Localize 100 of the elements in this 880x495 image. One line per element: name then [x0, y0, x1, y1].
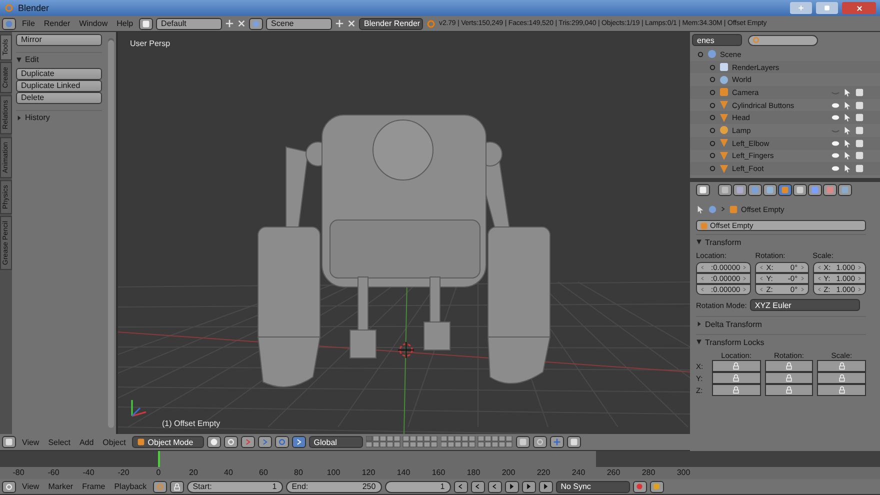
properties-tab[interactable] — [748, 184, 762, 196]
pivot-button[interactable] — [224, 436, 238, 448]
editor-type-button[interactable] — [2, 18, 16, 30]
menu-item[interactable]: View — [19, 438, 42, 446]
display-mode-dropdown[interactable]: enes — [692, 34, 742, 46]
properties-tab[interactable] — [718, 184, 732, 196]
frame-number: 120 — [360, 467, 376, 479]
scene-selector[interactable] — [249, 18, 264, 30]
render-button[interactable] — [566, 436, 581, 448]
orientation-dropdown[interactable]: Global — [308, 436, 363, 448]
menu-item[interactable]: Playback — [111, 482, 150, 491]
frame-number: 280 — [640, 467, 656, 479]
panel-header[interactable]: Edit — [16, 52, 102, 66]
properties-tab[interactable] — [763, 184, 777, 196]
layout-dropdown[interactable]: Default — [156, 18, 222, 30]
blender-logo-icon — [4, 3, 14, 13]
sphere-icon — [210, 438, 218, 446]
rotation-mode-dropdown[interactable]: XYZ Euler — [750, 299, 860, 311]
mirror-button[interactable]: Mirror — [16, 34, 102, 46]
lock-toggle[interactable] — [764, 360, 814, 372]
properties-tab[interactable] — [838, 184, 852, 196]
record-button[interactable] — [632, 480, 647, 492]
menu-item[interactable]: Marker — [45, 482, 76, 491]
lock-toggle[interactable] — [817, 384, 866, 396]
layout-selector[interactable] — [139, 18, 154, 30]
properties-tab[interactable] — [823, 184, 837, 196]
properties-tab[interactable] — [733, 184, 747, 196]
end-frame-field[interactable]: End: 250 — [286, 480, 382, 492]
frame-number: 80 — [293, 467, 304, 479]
play-button[interactable] — [504, 480, 519, 492]
panel-header[interactable]: Delta Transform — [696, 317, 866, 331]
lock-toggle[interactable] — [712, 384, 761, 396]
scene-icon — [707, 49, 717, 60]
properties-tab[interactable] — [793, 184, 807, 196]
properties-tab[interactable] — [778, 184, 792, 196]
render-engine-dropdown[interactable]: Blender Render — [359, 18, 424, 30]
blender-logo-icon — [426, 18, 436, 28]
timeline[interactable]: -80 -60 -40 -20 0 20 40 60 80 100 120 140 160 180 200 220 240 260 280 300 — [0, 451, 880, 479]
lock-icon — [784, 362, 793, 370]
current-frame-line[interactable] — [158, 451, 160, 467]
disclosure-triangle-icon — [16, 56, 22, 62]
lock-toggle[interactable] — [817, 360, 866, 372]
tool-button[interactable]: Duplicate Linked — [16, 80, 102, 92]
search-field[interactable] — [748, 34, 818, 46]
frame-number: 100 — [326, 467, 342, 479]
scale-button[interactable] — [292, 436, 306, 448]
menu-item[interactable]: Object — [100, 438, 129, 446]
lock-toggle[interactable] — [817, 372, 866, 384]
layer-grid-icon[interactable] — [366, 436, 438, 448]
scrollbar[interactable] — [108, 38, 114, 428]
close-button[interactable] — [842, 2, 876, 14]
start-frame-field[interactable]: Start: 1 — [186, 480, 283, 492]
menu-item[interactable]: View — [19, 482, 42, 491]
preview-range-button[interactable] — [152, 480, 167, 492]
jump-start-button[interactable] — [454, 480, 468, 492]
lock-toggle[interactable] — [764, 372, 814, 384]
menu-item[interactable]: Render — [40, 19, 74, 28]
tool-button[interactable]: Duplicate — [16, 68, 102, 80]
manipulator-button[interactable] — [240, 436, 255, 448]
tool-button[interactable]: Delete — [16, 92, 102, 104]
maximize-icon — [824, 5, 830, 11]
lock-camera-button[interactable] — [516, 436, 530, 448]
editor-type-button[interactable] — [696, 184, 710, 196]
menu-item[interactable]: Window — [76, 19, 111, 28]
current-frame-field[interactable]: 1 — [384, 480, 451, 492]
translate-button[interactable] — [258, 436, 272, 448]
lock-range-button[interactable] — [170, 480, 184, 492]
lock-toggle[interactable] — [764, 384, 814, 396]
properties-tab[interactable] — [808, 184, 822, 196]
panel-header[interactable]: Transform Locks — [696, 335, 866, 349]
disclosure-triangle-icon — [696, 321, 702, 327]
menu-item[interactable]: Frame — [79, 482, 108, 491]
panel-header[interactable]: History — [16, 110, 102, 124]
shading-button[interactable] — [206, 436, 221, 448]
prev-key-button[interactable] — [470, 480, 485, 492]
lock-toggle[interactable] — [712, 360, 761, 372]
rotate-button[interactable] — [274, 436, 289, 448]
lock-icon — [784, 374, 793, 382]
sync-dropdown[interactable]: No Sync — [556, 480, 630, 492]
jump-end-button[interactable] — [538, 480, 553, 492]
info-icon — [5, 20, 13, 28]
editor-type-button[interactable] — [2, 436, 16, 448]
proportional-edit-button[interactable] — [532, 436, 547, 448]
frame-number: 300 — [676, 467, 692, 479]
lock-toggle[interactable] — [712, 372, 761, 384]
menu-item[interactable]: Add — [76, 438, 97, 446]
play-reverse-button[interactable] — [488, 480, 502, 492]
menu-item[interactable]: Help — [114, 19, 136, 28]
render-layers-icon — [719, 62, 729, 72]
mode-dropdown[interactable]: Object Mode — [132, 436, 204, 448]
triangle-icon — [719, 164, 729, 174]
snap-button[interactable] — [550, 436, 564, 448]
frame-number: -20 — [116, 467, 130, 479]
keying-button[interactable] — [650, 480, 664, 492]
next-key-button[interactable] — [522, 480, 536, 492]
menu-item[interactable]: File — [19, 19, 38, 28]
scene-dropdown[interactable]: Scene — [266, 18, 332, 30]
editor-type-button[interactable] — [2, 480, 16, 492]
panel-header[interactable]: Transform — [696, 235, 866, 249]
menu-item[interactable]: Select — [45, 438, 74, 446]
